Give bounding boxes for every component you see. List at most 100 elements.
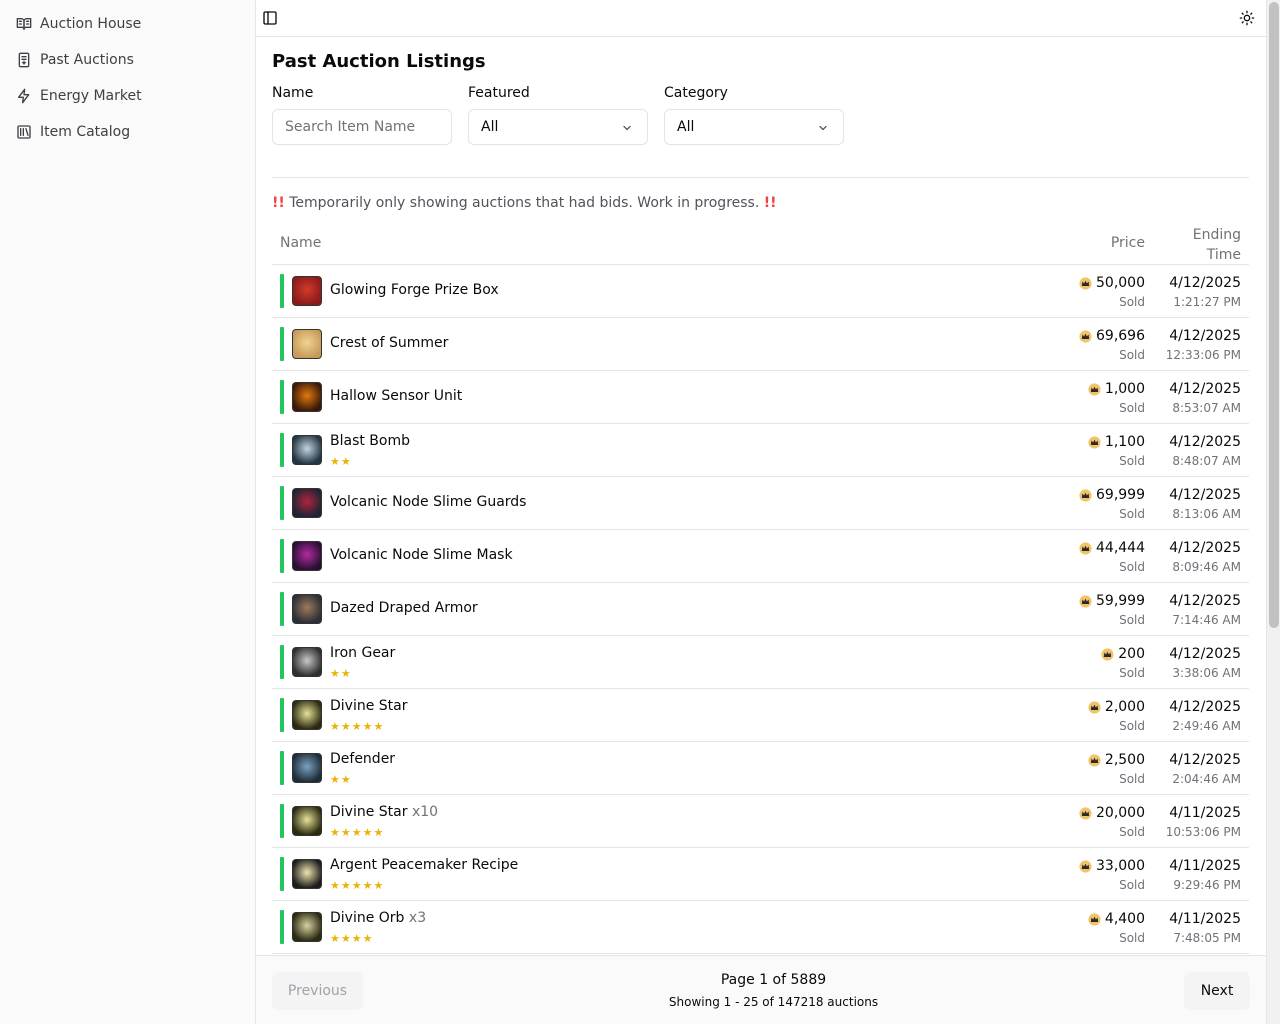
item-name[interactable]: Glowing Forge Prize Box: [330, 282, 499, 298]
featured-select[interactable]: All: [468, 109, 648, 145]
sidebar-item-label: Energy Market: [40, 88, 142, 104]
sidebar-item-auction-house[interactable]: Auction House: [8, 6, 247, 42]
item-name[interactable]: Volcanic Node Slime Guards: [330, 494, 526, 510]
scrollbar-thumb[interactable]: [1269, 2, 1279, 628]
item-name-text: Crest of Summer: [330, 335, 449, 351]
filter-divider: [272, 177, 1249, 178]
ending-time: 8:48:07 AM: [1172, 454, 1241, 468]
ending-time: 12:33:06 PM: [1165, 348, 1241, 362]
item-name[interactable]: Argent Peacemaker Recipe: [330, 857, 518, 873]
table-header: Name Price Ending Time: [272, 223, 1249, 265]
zap-icon: [18, 88, 30, 104]
item-name-text: Divine Star: [330, 698, 408, 714]
table-row[interactable]: Crest of Summer 69,696 Sold 4/12/2025 12:33:…: [272, 318, 1249, 371]
sidebar-item-energy-market[interactable]: Energy Market: [8, 78, 247, 114]
sidebar-item-past-auctions[interactable]: Past Auctions: [8, 42, 247, 78]
results-count: Showing 1 - 25 of 147218 auctions: [668, 995, 879, 1009]
item-thumbnail: [292, 541, 322, 571]
scrollbar[interactable]: [1266, 0, 1280, 1024]
status-indicator: [280, 910, 284, 944]
ending-time: 8:09:46 AM: [1172, 560, 1241, 574]
item-price: 1,000: [1088, 381, 1145, 397]
item-quantity: x3: [408, 910, 427, 926]
item-name[interactable]: Hallow Sensor Unit: [330, 388, 462, 404]
item-price: 69,999: [1079, 487, 1145, 503]
ending-date: 4/11/2025: [1169, 911, 1241, 927]
ending-time: 2:49:46 AM: [1172, 719, 1241, 733]
status-indicator: [280, 645, 284, 679]
item-thumbnail: [292, 806, 322, 836]
crown-coin-icon: [1088, 435, 1101, 449]
sidebar-item-item-catalog[interactable]: Item Catalog: [8, 114, 247, 150]
table-row[interactable]: Volcanic Node Slime Guards 69,999 Sold 4/12…: [272, 477, 1249, 530]
name-filter-label: Name: [272, 85, 314, 101]
item-name[interactable]: Blast Bomb: [330, 433, 410, 449]
ending-date: 4/12/2025: [1169, 381, 1241, 397]
status-indicator: [280, 592, 284, 626]
item-name[interactable]: Divine Star x10: [330, 804, 438, 820]
item-name[interactable]: Crest of Summer: [330, 335, 448, 351]
table-row[interactable]: Divine Orb x3 ★★★★ 4,400 Sold 4/11/2025 7:48:…: [272, 901, 1249, 954]
table-row[interactable]: Dazed Draped Armor 59,999 Sold 4/12/2025 7:1…: [272, 583, 1249, 636]
item-thumbnail: [292, 647, 322, 677]
crown-coin-icon: [1079, 329, 1092, 343]
item-name[interactable]: Dazed Draped Armor: [330, 600, 478, 616]
ending-date: 4/12/2025: [1169, 540, 1241, 556]
sidebar-toggle-button[interactable]: [260, 8, 280, 28]
sidebar-item-label: Past Auctions: [40, 52, 134, 68]
status-indicator: [280, 804, 284, 838]
item-thumbnail: [292, 276, 322, 306]
chevron-down-icon: [623, 125, 631, 131]
item-status: Sold: [1119, 560, 1145, 574]
ending-time: 3:38:06 AM: [1172, 666, 1241, 680]
table-row[interactable]: Divine Star x10 ★★★★★ 20,000 Sold 4/11/2025 1…: [272, 795, 1249, 848]
item-price-value: 50,000: [1096, 275, 1145, 291]
item-name[interactable]: Defender: [330, 751, 395, 767]
item-name[interactable]: Iron Gear: [330, 645, 395, 661]
table-row[interactable]: Glowing Forge Prize Box 50,000 Sold 4/12/20…: [272, 265, 1249, 318]
item-name[interactable]: Divine Orb x3: [330, 910, 426, 926]
item-name[interactable]: Divine Star: [330, 698, 408, 714]
table-row[interactable]: Volcanic Node Slime Mask 44,444 Sold 4/12/2…: [272, 530, 1249, 583]
table-row[interactable]: Argent Peacemaker Recipe ★★★★★ 33,000 Sold 4…: [272, 848, 1249, 901]
item-name-text: Hallow Sensor Unit: [330, 388, 463, 404]
item-price: 2,000: [1088, 699, 1145, 715]
item-status: Sold: [1119, 931, 1145, 945]
status-indicator: [280, 698, 284, 732]
table-row[interactable]: Hallow Sensor Unit 1,000 Sold 4/12/2025 8:53…: [272, 371, 1249, 424]
table-row[interactable]: Divine Star ★★★★★ 2,000 Sold 4/12/2025 2:49:4…: [272, 689, 1249, 742]
auctions-table: Name Price Ending Time Glowing Forge Priz…: [272, 223, 1249, 954]
column-header-price[interactable]: Price: [1111, 235, 1145, 251]
status-indicator: [280, 433, 284, 467]
item-price: 4,400: [1088, 911, 1145, 927]
notice-bang: !!: [272, 195, 285, 211]
table-row[interactable]: Iron Gear ★★ 200 Sold 4/12/2025 3:38:06 AM: [272, 636, 1249, 689]
status-indicator: [280, 751, 284, 785]
item-name-text: Blast Bomb: [330, 433, 411, 449]
item-status: Sold: [1119, 348, 1145, 362]
ending-date: 4/12/2025: [1169, 487, 1241, 503]
table-row[interactable]: Defender ★★ 2,500 Sold 4/12/2025 2:04:46 AM: [272, 742, 1249, 795]
item-price: 44,444: [1079, 540, 1145, 556]
book-open-icon: [16, 18, 32, 30]
item-price-value: 1,100: [1104, 434, 1145, 450]
column-header-ending-time[interactable]: Ending Time: [1171, 225, 1241, 265]
ending-date: 4/11/2025: [1169, 805, 1241, 821]
item-status: Sold: [1119, 613, 1145, 627]
ending-time: 10:53:06 PM: [1165, 825, 1241, 839]
search-input[interactable]: [272, 109, 452, 145]
crown-coin-icon: [1079, 594, 1092, 608]
ending-date: 4/12/2025: [1169, 646, 1241, 662]
crown-coin-icon: [1079, 488, 1092, 502]
item-status: Sold: [1119, 878, 1145, 892]
column-header-name[interactable]: Name: [280, 235, 321, 251]
item-status: Sold: [1119, 295, 1145, 309]
ending-date: 4/12/2025: [1169, 434, 1241, 450]
item-price-value: 69,999: [1096, 487, 1145, 503]
item-price: 1,100: [1088, 434, 1145, 450]
category-select[interactable]: All: [664, 109, 844, 145]
table-row[interactable]: Blast Bomb ★★ 1,100 Sold 4/12/2025 8:48:07 AM: [272, 424, 1249, 477]
item-name[interactable]: Volcanic Node Slime Mask: [330, 547, 513, 563]
theme-toggle-button[interactable]: [1237, 8, 1257, 28]
next-button[interactable]: Next: [1184, 972, 1250, 1010]
